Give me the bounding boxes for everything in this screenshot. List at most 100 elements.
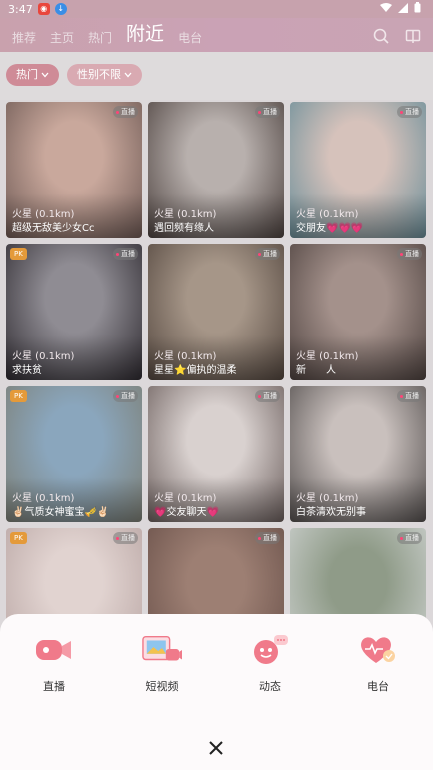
status-time: 3:47 bbox=[8, 2, 33, 16]
tab-home[interactable]: 主页 bbox=[50, 29, 74, 46]
live-badge-label: 直播 bbox=[121, 392, 135, 400]
live-badge-label: 直播 bbox=[263, 534, 277, 542]
live-badge: 直播 bbox=[113, 248, 138, 260]
live-badge-label: 直播 bbox=[405, 250, 419, 258]
live-badge: 直播 bbox=[255, 248, 280, 260]
live-dot-icon bbox=[258, 252, 261, 256]
live-dot-icon bbox=[400, 536, 403, 540]
pk-badge: PK bbox=[10, 390, 27, 402]
chevron-down-icon bbox=[124, 64, 132, 86]
battery-icon bbox=[414, 2, 421, 16]
tab-radio[interactable]: 电台 bbox=[178, 29, 202, 46]
live-badge: 直播 bbox=[113, 106, 138, 118]
streamer-name: 遇回频有缘人 bbox=[154, 223, 214, 234]
streamer-name: 新 人 bbox=[296, 365, 336, 376]
streamer-name: ✌🏻气质女神蜜宝🎺✌🏻 bbox=[12, 507, 110, 518]
live-badge-label: 直播 bbox=[263, 108, 277, 116]
sheet-item-live[interactable]: 直播 bbox=[0, 634, 108, 694]
top-header: 推荐 主页 热门 附近 电台 bbox=[0, 18, 433, 52]
search-icon[interactable] bbox=[373, 28, 389, 44]
live-badge: 直播 bbox=[397, 532, 422, 544]
streamer-grid: 直播 火星 (0.1km) 超级无敌美少女Cc 直播 火星 (0.1km) 遇回频有缘人直… bbox=[6, 102, 427, 664]
pk-badge: PK bbox=[10, 532, 27, 544]
sheet-label-short-video: 短视频 bbox=[145, 680, 179, 693]
live-dot-icon bbox=[258, 536, 261, 540]
short-video-icon bbox=[142, 634, 182, 666]
live-badge-label: 直播 bbox=[263, 392, 277, 400]
live-badge-label: 直播 bbox=[405, 534, 419, 542]
filter-bar: 热门 性别不限 bbox=[0, 52, 433, 100]
live-dot-icon bbox=[258, 110, 261, 114]
streamer-name: 星星⭐偏执的温柔 bbox=[154, 365, 237, 376]
moments-icon bbox=[250, 634, 290, 666]
streamer-location: 火星 (0.1km) bbox=[296, 351, 359, 362]
streamer-location: 火星 (0.1km) bbox=[154, 351, 217, 362]
sheet-item-moments[interactable]: 动态 bbox=[216, 634, 324, 694]
notification-app-icon-2: ↓ bbox=[54, 3, 67, 15]
sheet-item-radio[interactable]: 电台 bbox=[324, 634, 432, 694]
streamer-card[interactable]: 直播 PK 火星 (0.1km) ✌🏻气质女神蜜宝🎺✌🏻 bbox=[6, 386, 142, 522]
streamer-name: 求扶贫 bbox=[12, 365, 42, 376]
filter-gender-label: 性别不限 bbox=[77, 68, 121, 81]
live-dot-icon bbox=[116, 394, 119, 398]
status-bar: 3:47 ◉ ↓ bbox=[0, 0, 433, 18]
live-badge: 直播 bbox=[113, 390, 138, 402]
sheet-item-short-video[interactable]: 短视频 bbox=[108, 634, 216, 694]
streamer-card[interactable]: 直播火星 (0.1km) 白茶清欢无别事 bbox=[290, 386, 426, 522]
publish-sheet: 直播 短视频 动态 电台 bbox=[0, 614, 433, 770]
radio-heart-icon bbox=[358, 634, 398, 666]
chevron-down-icon bbox=[41, 64, 49, 86]
streamer-card[interactable]: 直播 火星 (0.1km) 超级无敌美少女Cc bbox=[6, 102, 142, 238]
notification-app-icon: ◉ bbox=[37, 3, 50, 15]
streamer-location: 火星 (0.1km) bbox=[154, 209, 217, 220]
streamer-name: 💗交友聊天💗 bbox=[154, 507, 219, 518]
top-tabs: 推荐 主页 热门 附近 电台 bbox=[12, 19, 373, 46]
tab-recommend[interactable]: 推荐 bbox=[12, 29, 36, 46]
streamer-name: 交朋友💗💗💗 bbox=[296, 223, 364, 234]
wifi-icon bbox=[380, 2, 392, 16]
sheet-label-moments: 动态 bbox=[259, 680, 281, 693]
streamer-location: 火星 (0.1km) bbox=[12, 493, 75, 504]
streamer-card[interactable]: 直播火星 (0.1km) 新 人 bbox=[290, 244, 426, 380]
rank-book-icon[interactable] bbox=[405, 28, 421, 44]
streamer-location: 火星 (0.1km) bbox=[296, 209, 359, 220]
live-badge: 直播 bbox=[113, 532, 138, 544]
streamer-location: 火星 (0.1km) bbox=[296, 493, 359, 504]
signal-icon bbox=[398, 2, 408, 16]
live-badge: 直播 bbox=[255, 390, 280, 402]
streamer-location: 火星 (0.1km) bbox=[12, 351, 75, 362]
close-icon bbox=[208, 740, 224, 760]
streamer-card[interactable]: 直播火星 (0.1km) 💗交友聊天💗 bbox=[148, 386, 284, 522]
tab-hot[interactable]: 热门 bbox=[88, 29, 112, 46]
streamer-card[interactable]: 直播火星 (0.1km) 遇回频有缘人 bbox=[148, 102, 284, 238]
tab-nearby[interactable]: 附近 bbox=[126, 19, 164, 46]
streamer-name: 白茶清欢无别事 bbox=[296, 507, 366, 518]
pk-badge: PK bbox=[10, 248, 27, 260]
streamer-location: 火星 (0.1km) bbox=[154, 493, 217, 504]
streamer-name: 超级无敌美少女Cc bbox=[12, 223, 95, 234]
filter-hot-label: 热门 bbox=[16, 68, 38, 81]
filter-hot-dropdown[interactable]: 热门 bbox=[6, 64, 59, 86]
live-badge-label: 直播 bbox=[121, 250, 135, 258]
live-dot-icon bbox=[116, 110, 119, 114]
live-badge: 直播 bbox=[397, 248, 422, 260]
live-badge: 直播 bbox=[255, 106, 280, 118]
streamer-card[interactable]: 直播 PK 火星 (0.1km) 求扶贫 bbox=[6, 244, 142, 380]
streamer-card[interactable]: 直播火星 (0.1km) 交朋友💗💗💗 bbox=[290, 102, 426, 238]
live-badge-label: 直播 bbox=[121, 108, 135, 116]
live-dot-icon bbox=[400, 252, 403, 256]
live-dot-icon bbox=[400, 394, 403, 398]
live-badge-label: 直播 bbox=[121, 534, 135, 542]
live-badge-label: 直播 bbox=[263, 250, 277, 258]
live-camera-icon bbox=[34, 634, 74, 666]
live-dot-icon bbox=[258, 394, 261, 398]
live-dot-icon bbox=[116, 536, 119, 540]
streamer-card[interactable]: 直播火星 (0.1km) 星星⭐偏执的温柔 bbox=[148, 244, 284, 380]
filter-gender-dropdown[interactable]: 性别不限 bbox=[67, 64, 142, 86]
sheet-label-radio: 电台 bbox=[367, 680, 389, 693]
close-button[interactable] bbox=[200, 738, 232, 762]
live-badge-label: 直播 bbox=[405, 392, 419, 400]
live-badge: 直播 bbox=[397, 106, 422, 118]
live-dot-icon bbox=[116, 252, 119, 256]
live-badge: 直播 bbox=[397, 390, 422, 402]
